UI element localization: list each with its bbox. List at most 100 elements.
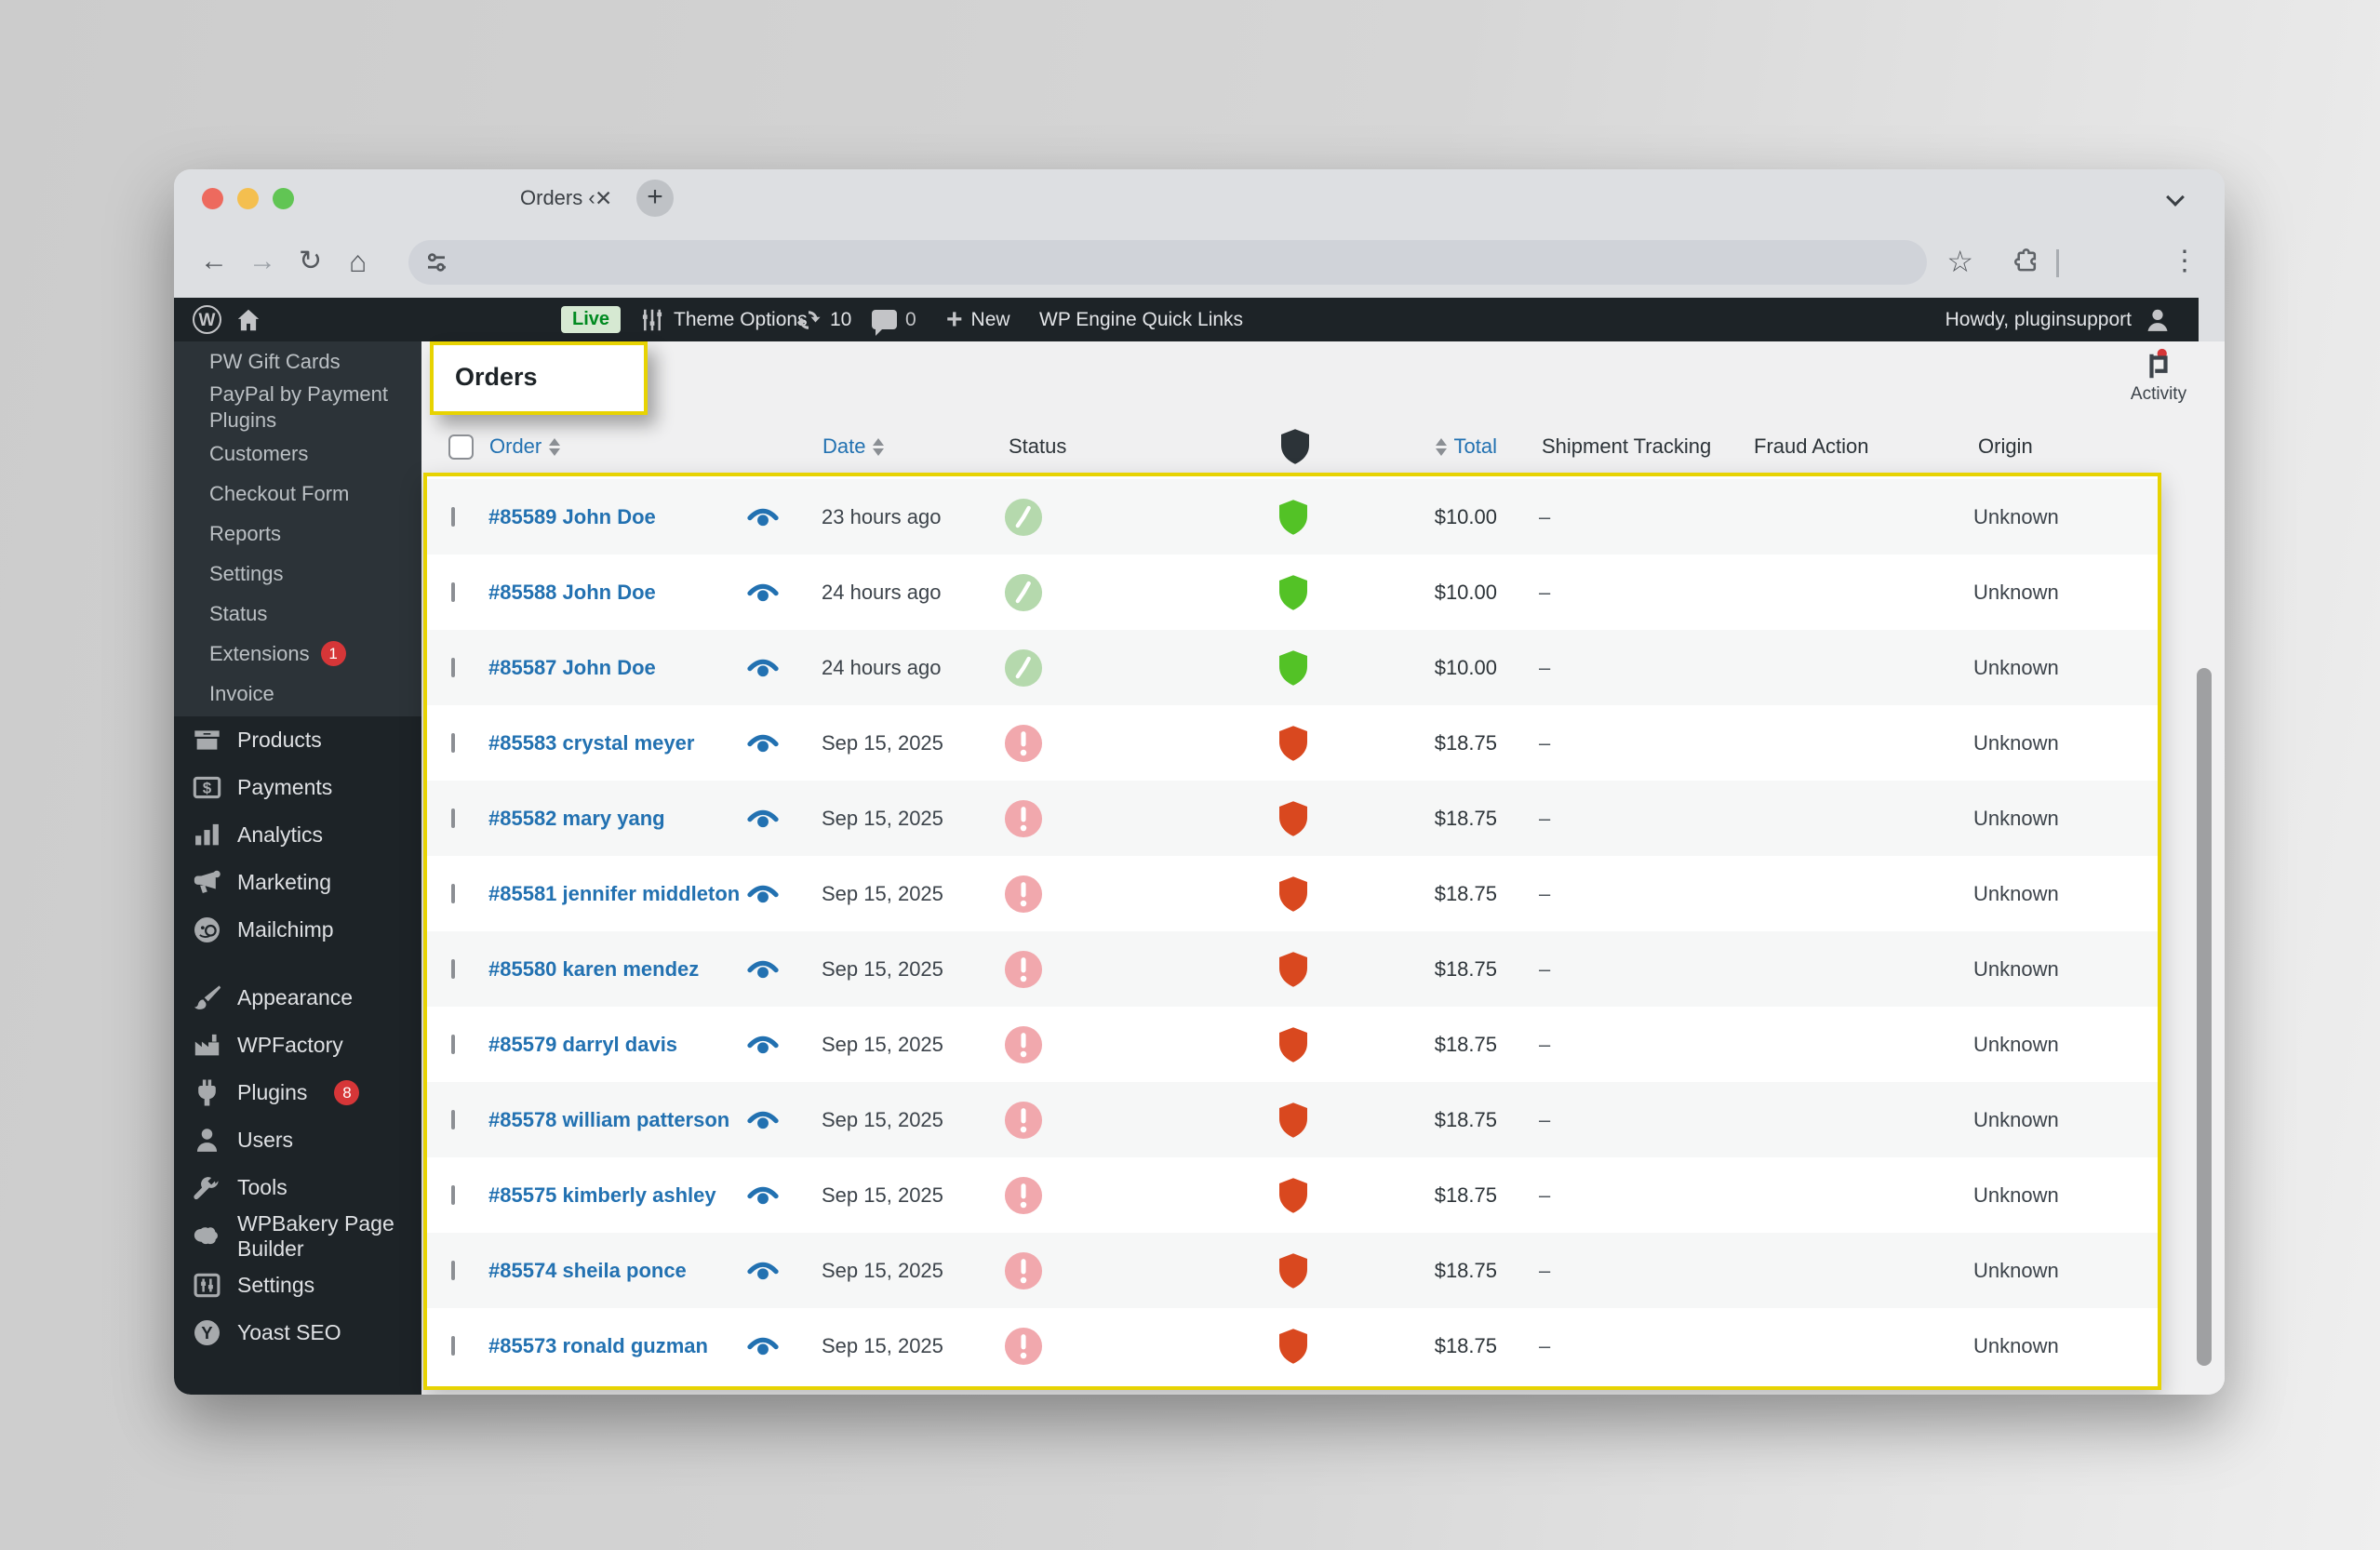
row-checkbox[interactable] bbox=[451, 1338, 455, 1355]
sidebar-menu-item[interactable]: Appearance bbox=[174, 974, 421, 1022]
row-checkbox[interactable] bbox=[451, 886, 455, 902]
site-home-icon[interactable] bbox=[235, 298, 261, 341]
sidebar-menu-item[interactable]: Settings bbox=[174, 1262, 421, 1309]
howdy-account[interactable]: Howdy, pluginsupport bbox=[1945, 298, 2132, 341]
shield-risk-icon bbox=[1279, 1102, 1307, 1138]
sidebar-submenu-item[interactable]: Checkout Form bbox=[174, 474, 421, 514]
order-link[interactable]: #85589 John Doe bbox=[488, 505, 656, 529]
preview-eye-icon[interactable] bbox=[747, 732, 779, 755]
browser-tab-title[interactable]: Orders ‹ bbox=[520, 169, 595, 227]
browser-menu-icon[interactable]: ⋮ bbox=[2171, 227, 2199, 298]
column-risk-shield-icon[interactable] bbox=[1281, 423, 1309, 470]
sidebar-submenu-item[interactable]: PW Gift Cards bbox=[174, 341, 421, 381]
row-checkbox[interactable] bbox=[451, 660, 455, 676]
row-checkbox[interactable] bbox=[451, 1112, 455, 1129]
sidebar-submenu-item[interactable]: Reports bbox=[174, 514, 421, 554]
sidebar-submenu-item[interactable]: Settings bbox=[174, 554, 421, 594]
preview-eye-icon[interactable] bbox=[747, 506, 779, 528]
forward-icon[interactable]: → bbox=[248, 227, 276, 298]
sidebar-menu-item[interactable]: Tools bbox=[174, 1164, 421, 1211]
sidebar-submenu-item[interactable]: PayPal by Payment Plugins bbox=[174, 381, 421, 434]
order-date: 23 hours ago bbox=[822, 505, 941, 529]
minimize-window-button[interactable] bbox=[237, 188, 259, 209]
column-total-sort[interactable]: Total bbox=[1417, 423, 1497, 470]
theme-options-item[interactable]: Theme Options bbox=[639, 298, 808, 341]
submenu-item-label: PayPal by Payment Plugins bbox=[209, 381, 408, 434]
column-date-sort[interactable]: Date bbox=[822, 423, 884, 470]
preview-eye-icon[interactable] bbox=[747, 1260, 779, 1282]
row-checkbox[interactable] bbox=[451, 961, 455, 978]
order-link[interactable]: #85580 karen mendez bbox=[488, 957, 699, 982]
preview-eye-icon[interactable] bbox=[747, 1034, 779, 1056]
order-link[interactable]: #85582 mary yang bbox=[488, 807, 665, 831]
row-checkbox[interactable] bbox=[451, 509, 455, 526]
sidebar-menu-item[interactable]: Marketing bbox=[174, 859, 421, 906]
column-shipment-tracking: Shipment Tracking bbox=[1542, 423, 1711, 470]
order-link[interactable]: #85583 crystal meyer bbox=[488, 731, 694, 755]
back-icon[interactable]: ← bbox=[200, 227, 228, 298]
sidebar-menu-item[interactable]: Plugins 8 bbox=[174, 1069, 421, 1116]
admin-menu-secondary: Appearance WPFactory Plugins 8 bbox=[174, 974, 421, 1356]
preview-eye-icon[interactable] bbox=[747, 581, 779, 604]
reload-icon[interactable]: ↻ bbox=[299, 227, 322, 298]
wp-engine-quick-links[interactable]: WP Engine Quick Links bbox=[1039, 298, 1243, 341]
row-checkbox[interactable] bbox=[451, 1263, 455, 1279]
select-all-checkbox[interactable] bbox=[448, 423, 474, 470]
comments-item[interactable]: 0 bbox=[872, 298, 916, 341]
sidebar-submenu-item[interactable]: Invoice bbox=[174, 674, 421, 714]
user-avatar-icon[interactable] bbox=[2145, 298, 2171, 341]
preview-eye-icon[interactable] bbox=[747, 958, 779, 981]
url-bar[interactable] bbox=[408, 240, 1927, 285]
bookmark-star-icon[interactable]: ☆ bbox=[1946, 227, 1973, 298]
page-title-annotation: Orders bbox=[430, 341, 648, 415]
sidebar-menu-item[interactable]: Analytics bbox=[174, 811, 421, 859]
order-origin: Unknown bbox=[1973, 731, 2059, 755]
sidebar-menu-item[interactable]: Mailchimp bbox=[174, 906, 421, 954]
preview-eye-icon[interactable] bbox=[747, 1335, 779, 1357]
shipment-tracking-value: – bbox=[1539, 731, 1550, 755]
row-checkbox[interactable] bbox=[451, 1036, 455, 1053]
order-date: 24 hours ago bbox=[822, 581, 941, 605]
sidebar-submenu-item[interactable]: Status bbox=[174, 594, 421, 634]
sidebar-submenu-item[interactable]: Customers bbox=[174, 434, 421, 474]
order-link[interactable]: #85587 John Doe bbox=[488, 656, 656, 680]
preview-eye-icon[interactable] bbox=[747, 1109, 779, 1131]
page-scrollbar[interactable] bbox=[2197, 668, 2212, 1366]
preview-eye-icon[interactable] bbox=[747, 1184, 779, 1207]
order-link[interactable]: #85588 John Doe bbox=[488, 581, 656, 605]
order-link[interactable]: #85579 darryl davis bbox=[488, 1033, 677, 1057]
row-checkbox[interactable] bbox=[451, 735, 455, 752]
extensions-puzzle-icon[interactable] bbox=[2011, 227, 2039, 298]
preview-eye-icon[interactable] bbox=[747, 808, 779, 830]
order-link[interactable]: #85575 kimberly ashley bbox=[488, 1183, 716, 1208]
sidebar-menu-item[interactable]: Users bbox=[174, 1116, 421, 1164]
row-checkbox[interactable] bbox=[451, 584, 455, 601]
maximize-window-button[interactable] bbox=[273, 188, 294, 209]
order-link[interactable]: #85574 sheila ponce bbox=[488, 1259, 687, 1283]
wp-logo-icon[interactable]: W bbox=[193, 298, 221, 341]
chevron-down-icon[interactable] bbox=[2167, 188, 2184, 205]
order-link[interactable]: #85573 ronald guzman bbox=[488, 1334, 708, 1358]
sidebar-menu-item[interactable]: Products bbox=[174, 716, 421, 764]
updates-item[interactable]: 10 bbox=[796, 298, 851, 341]
sidebar-submenu-item[interactable]: Extensions 1 bbox=[174, 634, 421, 674]
sidebar-menu-item[interactable]: Yoast SEO bbox=[174, 1309, 421, 1356]
sidebar-menu-item[interactable]: WPFactory bbox=[174, 1022, 421, 1069]
new-tab-button[interactable]: + bbox=[636, 180, 674, 217]
column-order-sort[interactable]: Order bbox=[489, 423, 560, 470]
tune-icon[interactable] bbox=[422, 248, 450, 276]
order-link[interactable]: #85578 william patterson bbox=[488, 1108, 729, 1132]
home-icon[interactable]: ⌂ bbox=[349, 227, 367, 298]
orders-table-header: Order Date Status Total Shipment Trackin… bbox=[421, 423, 2225, 470]
close-window-button[interactable] bbox=[202, 188, 223, 209]
new-content-item[interactable]: + New bbox=[946, 298, 1010, 341]
tab-close-icon[interactable]: ✕ bbox=[595, 169, 612, 227]
order-link[interactable]: #85581 jennifer middleton bbox=[488, 882, 740, 906]
sidebar-menu-item[interactable]: Payments bbox=[174, 764, 421, 811]
activity-button[interactable]: Activity bbox=[2117, 348, 2200, 405]
preview-eye-icon[interactable] bbox=[747, 883, 779, 905]
preview-eye-icon[interactable] bbox=[747, 657, 779, 679]
row-checkbox[interactable] bbox=[451, 810, 455, 827]
row-checkbox[interactable] bbox=[451, 1187, 455, 1204]
sidebar-menu-item[interactable]: WPBakery Page Builder bbox=[174, 1211, 421, 1262]
